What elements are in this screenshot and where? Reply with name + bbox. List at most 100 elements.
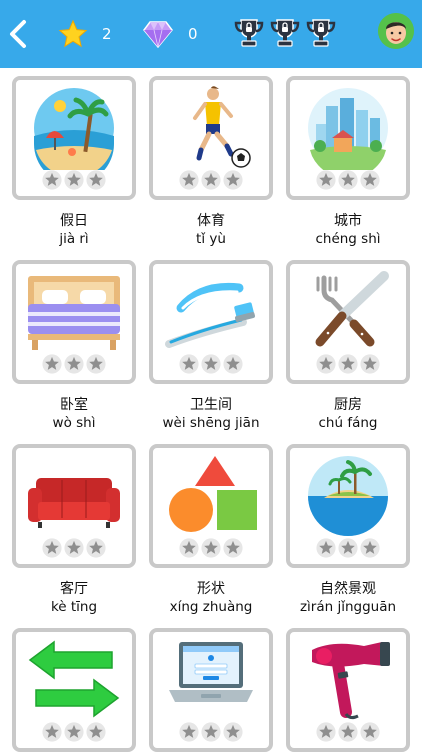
empty-star-icon [223,170,243,190]
empty-star-icon [223,354,243,374]
empty-star-icon [338,722,358,742]
shapes-icon [169,456,257,532]
category-card[interactable] [286,628,410,752]
category-name-pinyin: xíng zhuàng [169,599,253,615]
gems-count: 0 [188,25,198,43]
empty-star-icon [338,538,358,558]
top-bar: 2 0 [0,0,422,68]
empty-star-icon [86,722,106,742]
category-name-chinese: 厨房 [334,397,362,413]
empty-star-icon [86,538,106,558]
empty-star-icon [360,354,380,374]
island-icon [308,456,388,536]
category-name-pinyin: wò shì [52,415,96,431]
locked-trophy-icon[interactable] [232,16,266,50]
empty-star-icon [360,538,380,558]
empty-star-icon [42,722,62,742]
hair-dryer-icon [312,642,390,720]
empty-star-icon [201,538,221,558]
empty-star-icon [64,538,84,558]
star-icon [58,19,88,48]
empty-star-icon [179,170,199,190]
empty-star-icon [360,170,380,190]
soccer-player-icon [193,86,251,168]
category-name-pinyin: zìrán jǐngguān [299,599,397,615]
locked-trophy-icon[interactable] [268,16,302,50]
category-name-pinyin: chéng shì [315,231,381,247]
category-card[interactable] [149,76,273,200]
category-name-chinese: 假日 [60,213,88,229]
empty-star-icon [179,722,199,742]
category-card[interactable] [149,260,273,384]
locked-trophy-icon[interactable] [304,16,338,50]
empty-star-icon [338,170,358,190]
empty-star-icon [179,354,199,374]
empty-star-icon [223,722,243,742]
empty-star-icon [201,722,221,742]
empty-star-icon [86,354,106,374]
category-name-chinese: 客厅 [60,581,88,597]
gems-counter: 0 [142,18,198,50]
category-name-chinese: 自然景观 [320,581,376,597]
category-card[interactable] [286,260,410,384]
empty-star-icon [201,170,221,190]
trophies-row [232,16,338,50]
category-card[interactable] [12,628,136,752]
empty-star-icon [201,354,221,374]
category-name-chinese: 卧室 [60,397,88,413]
category-name-pinyin: chú fáng [318,415,378,431]
category-name-chinese: 形状 [197,581,225,597]
fork-knife-icon [315,271,389,347]
category-name-chinese: 体育 [197,213,225,229]
avatar[interactable] [378,13,414,49]
empty-star-icon [338,354,358,374]
empty-star-icon [64,722,84,742]
empty-star-icon [316,170,336,190]
empty-star-icon [86,170,106,190]
category-name-pinyin: tǐ yù [196,231,226,247]
category-card[interactable] [12,260,136,384]
city-icon [308,88,388,170]
rating-stars [16,170,132,190]
diamond-icon [143,21,173,49]
category-name-chinese: 卫生间 [190,397,232,413]
sofa-icon [28,478,120,528]
rating-stars [16,722,132,742]
category-card[interactable] [149,628,273,752]
stars-counter: 2 [58,18,112,50]
rating-stars [16,538,132,558]
empty-star-icon [316,722,336,742]
empty-star-icon [64,170,84,190]
beach-icon [34,88,114,170]
category-name-pinyin: jià rì [59,231,89,247]
empty-star-icon [316,538,336,558]
stars-count: 2 [102,25,112,43]
empty-star-icon [316,354,336,374]
empty-star-icon [42,170,62,190]
empty-star-icon [360,722,380,742]
category-card[interactable] [286,76,410,200]
rating-stars [290,170,406,190]
rating-stars [290,722,406,742]
back-arrow-icon[interactable] [6,16,30,52]
bed-icon [28,276,120,350]
category-name-pinyin: wèi shēng jiān [162,415,260,431]
toothbrush-icon [165,282,256,348]
rating-stars [153,170,269,190]
category-name-pinyin: kè tīng [50,599,98,615]
rating-stars [16,354,132,374]
arrows-icon [28,640,120,718]
category-card[interactable] [12,76,136,200]
laptop-icon [169,642,253,702]
empty-star-icon [42,354,62,374]
rating-stars [153,722,269,742]
empty-star-icon [223,538,243,558]
boy-avatar-icon [378,13,414,49]
category-name-chinese: 城市 [334,213,362,229]
category-card[interactable] [286,444,410,568]
empty-star-icon [42,538,62,558]
rating-stars [153,538,269,558]
category-card[interactable] [149,444,273,568]
category-card[interactable] [12,444,136,568]
rating-stars [153,354,269,374]
